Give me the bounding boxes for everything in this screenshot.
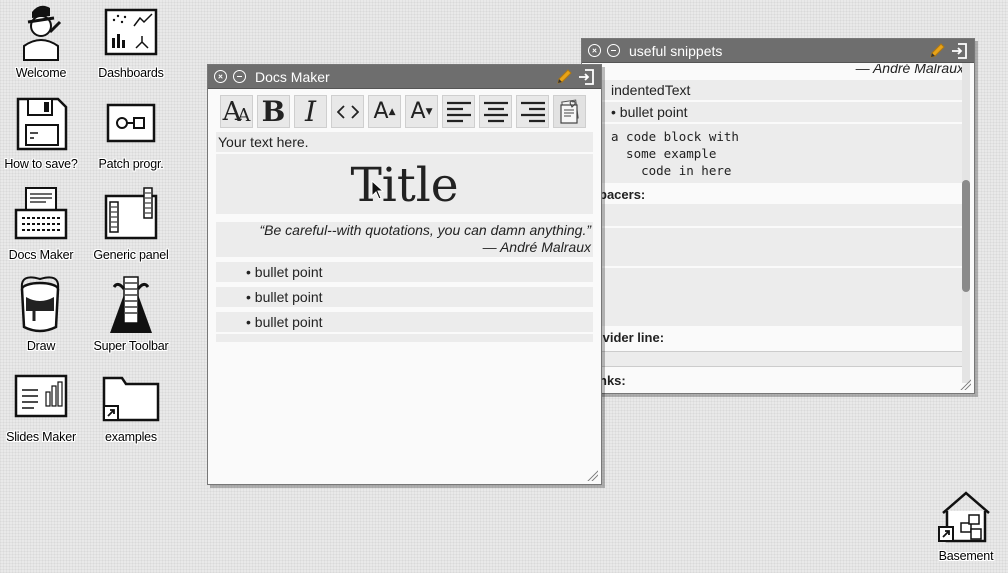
spacers-label: pacers: [599,187,646,202]
docs-maker-window[interactable]: Docs Maker AA B I A ▲ A ▼ Your text here… [207,64,602,485]
divider-line [582,351,966,367]
slides-icon [14,374,68,418]
desktop-icon-label: Patch progr. [98,157,164,171]
floppy-disk-icon [16,97,68,151]
quote-text: “Be careful--with quotations, you can da… [259,222,591,238]
desktop-icon-how-to-save[interactable]: How to save? [0,93,86,181]
close-icon[interactable] [588,44,601,57]
links-label: nks: [599,373,626,388]
bullet-item[interactable]: • bullet point [216,287,593,307]
desktop-icon-super-toolbar[interactable]: Super Toolbar [86,275,176,363]
desktop-icon-label: Dashboards [98,66,164,80]
paint-bucket-icon [20,276,60,333]
align-center-icon[interactable] [479,95,512,128]
desktop-icon-label: Basement [938,549,994,563]
desktop-icon-basement[interactable]: Basement [921,485,1008,573]
desktop-icon-docs-maker[interactable]: Docs Maker [0,184,86,272]
doc-title-text: Title [350,158,459,213]
snippets-titlebar[interactable]: useful snippets [582,39,974,63]
desktop-icon-examples[interactable]: examples [86,366,176,454]
indented-text-row: indentedText [582,80,966,100]
quote-block[interactable]: “Be careful--with quotations, you can da… [216,222,593,257]
bullet-item[interactable]: • bullet point [216,312,593,332]
font-size-icon[interactable]: AA [220,95,253,128]
code-block: a code block with some example code in h… [582,124,966,183]
scrollbar-thumb[interactable] [962,180,970,292]
desktop-icon-generic-panel[interactable]: Generic panel [86,184,176,272]
dashboards-icon [104,8,158,56]
welcome-person-icon [23,5,62,61]
code-line: a code block with [611,129,739,144]
spacer-row [582,228,966,266]
format-toolbar: AA B I A ▲ A ▼ [208,89,601,132]
minimize-icon[interactable] [607,44,620,57]
empty-row [216,334,593,342]
decrease-size-icon[interactable]: A ▼ [405,95,438,128]
code-line: some example [611,146,717,161]
desktop-icon-draw[interactable]: Draw [0,275,86,363]
typewriter-icon [14,187,68,240]
desktop-icon-welcome[interactable]: Welcome [0,2,86,90]
mouse-cursor-icon [371,180,385,200]
minimize-icon[interactable] [233,70,246,83]
align-right-icon[interactable] [516,95,549,128]
exit-icon[interactable] [577,68,595,86]
desktop-icon-label: Generic panel [93,248,169,262]
desktop-icon-dashboards[interactable]: Dashboards [86,2,176,90]
close-icon[interactable] [214,70,227,83]
desktop-icon-patch-program[interactable]: Patch progr. [86,93,176,181]
code-icon[interactable] [331,95,364,128]
resize-handle[interactable] [586,469,598,481]
patch-program-icon [106,103,156,143]
align-left-icon[interactable] [442,95,475,128]
pencil-edit-icon[interactable] [555,68,573,86]
desktop-icon-label: Draw [26,339,56,353]
folder-shortcut-icon [102,376,160,422]
spacer-row [582,268,966,326]
snippets-icon[interactable] [553,95,586,128]
snippets-window[interactable]: useful snippets — André Malraux indented… [581,38,975,394]
bullet-row: • bullet point [582,102,966,122]
resize-handle[interactable] [959,378,971,390]
docs-titlebar[interactable]: Docs Maker [208,65,601,89]
italic-icon[interactable]: I [294,95,327,128]
super-toolbar-icon [110,276,152,333]
doc-title[interactable]: Title [216,154,593,214]
document-content[interactable]: Your text here. Title “Be careful--with … [208,132,601,342]
exit-icon[interactable] [950,42,968,60]
window-title: Docs Maker [255,68,330,85]
basement-house-icon [938,491,990,543]
intro-text[interactable]: Your text here. [216,132,593,152]
spacer-row [582,204,966,226]
window-title: useful snippets [629,42,723,59]
code-line: code in here [611,163,732,178]
quote-author: — André Malraux [482,239,591,255]
desktop-icon-label: Slides Maker [6,430,76,444]
bold-icon[interactable]: B [257,95,290,128]
quote-author-partial: — André Malraux [855,64,964,76]
desktop-icon-label: Welcome [15,66,67,80]
increase-size-icon[interactable]: A ▲ [368,95,401,128]
desktop-icon-slides-maker[interactable]: Slides Maker [0,366,86,454]
generic-panel-icon [104,187,158,240]
desktop-icon-label: How to save? [4,157,78,171]
desktop-icon-label: Docs Maker [8,248,74,262]
scrollbar-track[interactable] [962,63,970,383]
desktop-icon-label: Super Toolbar [93,339,169,353]
divider-label: ivider line: [599,330,665,345]
bullet-item[interactable]: • bullet point [216,262,593,282]
desktop-icon-label: examples [105,430,157,444]
pencil-edit-icon[interactable] [928,42,946,60]
snippets-content[interactable]: — André Malraux indentedText • bullet po… [582,63,974,390]
